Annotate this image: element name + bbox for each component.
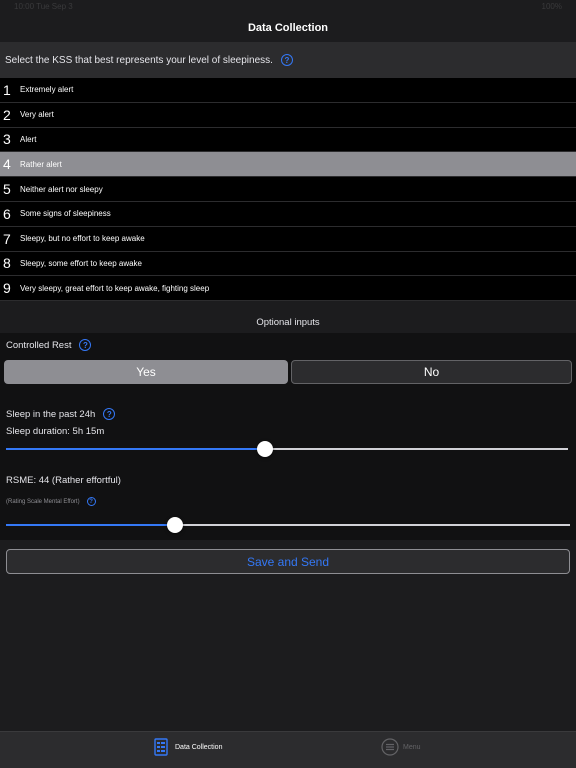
kss-item-5[interactable]: 5 Neither alert nor sleepy (0, 177, 576, 202)
rsme-sub-label: (Rating Scale Mental Effort) (6, 498, 80, 505)
navigation-bar: Data Collection (0, 14, 576, 42)
kss-label: Extremely alert (20, 85, 74, 95)
kss-number: 2 (3, 106, 11, 123)
kss-number: 6 (3, 205, 11, 222)
tab-data-collection[interactable]: Data Collection (153, 737, 222, 757)
kss-label: Very alert (20, 110, 54, 120)
kss-label: Rather alert (20, 159, 62, 169)
controlled-rest-row: Controlled Rest ? (6, 339, 92, 351)
help-icon[interactable]: ? (280, 54, 293, 66)
sleep-past-24h-label: Sleep in the past 24h (6, 408, 96, 420)
kss-item-2[interactable]: 2 Very alert (0, 102, 576, 128)
controlled-rest-no-button[interactable]: No (291, 360, 572, 384)
kss-number: 4 (3, 156, 11, 173)
kss-label: Alert (20, 134, 37, 144)
kss-label: Sleepy, some effort to keep awake (20, 258, 142, 268)
optional-inputs-panel: Controlled Rest ? Yes No Sleep in the pa… (0, 333, 576, 540)
page-title: Data Collection (247, 22, 329, 34)
rsme-slider-fill (6, 524, 176, 526)
kss-number: 1 (3, 81, 11, 98)
kss-number: 7 (3, 230, 11, 247)
kss-label: Some signs of sleepiness (20, 209, 111, 219)
sleep-past-24h-row: Sleep in the past 24h ? (6, 408, 116, 420)
sleep-duration-slider-fill (6, 448, 265, 450)
kss-number: 3 (3, 131, 11, 148)
sleep-duration-label: Sleep duration: 5h 15m (6, 426, 105, 437)
kss-label: Sleepy, but no effort to keep awake (20, 234, 145, 244)
help-icon[interactable]: ? (103, 408, 116, 420)
tab-menu-label: Menu (403, 743, 421, 751)
clipboard-icon (153, 738, 171, 756)
menu-icon (381, 738, 399, 756)
status-bar: 10:00 Tue Sep 3 100% (0, 0, 576, 14)
kss-prompt-text: Select the KSS that best represents your… (5, 54, 273, 66)
kss-item-8[interactable]: 8 Sleepy, some effort to keep awake (0, 251, 576, 277)
kss-item-6[interactable]: 6 Some signs of sleepiness (0, 201, 576, 227)
rsme-label: RSME: 44 (Rather effortful) (6, 475, 121, 486)
kss-item-1[interactable]: 1 Extremely alert (0, 78, 576, 103)
sleep-duration-slider[interactable] (6, 441, 568, 457)
rsme-slider[interactable] (6, 517, 570, 533)
kss-item-9[interactable]: 9 Very sleepy, great effort to keep awake… (0, 276, 576, 302)
kss-number: 5 (3, 181, 11, 198)
status-battery: 100% (541, 2, 562, 11)
help-icon[interactable]: ? (79, 339, 92, 351)
kss-item-3[interactable]: 3 Alert (0, 127, 576, 153)
kss-number: 9 (3, 280, 11, 297)
controlled-rest-label: Controlled Rest (6, 339, 72, 351)
kss-item-4[interactable]: 4 Rather alert (0, 152, 576, 178)
sleep-duration-slider-thumb[interactable] (256, 441, 273, 457)
controlled-rest-yes-button[interactable]: Yes (4, 360, 288, 384)
optional-inputs-header: Optional inputs (256, 317, 320, 328)
kss-number: 8 (3, 255, 11, 272)
tab-menu[interactable]: Menu (381, 737, 421, 757)
rsme-slider-thumb[interactable] (167, 517, 184, 533)
kss-list: 1 Extremely alert 2 Very alert 3 Alert 4 Rat… (0, 78, 576, 302)
kss-prompt-row: Select the KSS that best represents your… (0, 42, 576, 78)
help-icon[interactable]: ? (86, 497, 96, 506)
kss-label: Very sleepy, great effort to keep awake,… (20, 283, 210, 293)
status-time: 10:00 Tue Sep 3 (14, 2, 73, 11)
tab-data-collection-label: Data Collection (175, 743, 223, 751)
tab-bar: Data Collection Menu (0, 731, 576, 768)
kss-item-7[interactable]: 7 Sleepy, but no effort to keep awake (0, 226, 576, 252)
kss-label: Neither alert nor sleepy (20, 184, 103, 194)
save-and-send-button[interactable]: Save and Send (6, 549, 570, 574)
rsme-sub-row: (Rating Scale Mental Effort) ? (6, 497, 96, 506)
